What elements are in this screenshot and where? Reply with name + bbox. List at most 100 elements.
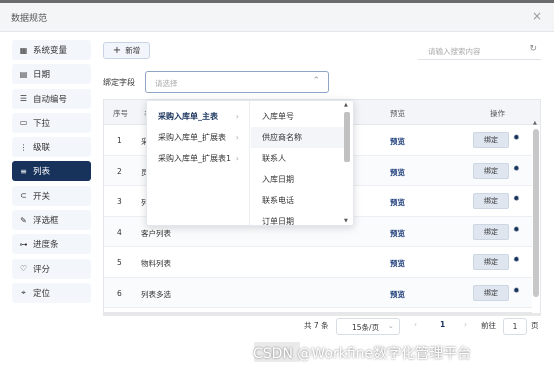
refresh-icon[interactable]: ↻: [529, 44, 537, 54]
table-row[interactable]: 6 列表多选 预览 绑定 ✹: [104, 277, 540, 308]
cascader-field-option[interactable]: 联系电话: [251, 190, 344, 211]
header-preview: 预览: [390, 109, 405, 118]
cascader-field-option[interactable]: 供应商名称: [251, 127, 344, 148]
sidebar-item-label: 下拉: [33, 118, 51, 129]
table-row[interactable]: 5 物料列表 预览 绑定 ✹: [104, 247, 540, 278]
calendar-icon: ▤: [19, 69, 28, 79]
gear-icon[interactable]: ✹: [513, 286, 520, 295]
bind-field-select[interactable]: 请选择 ⌃: [145, 71, 329, 93]
cascader-option-label: 采购入库单_主表: [158, 112, 218, 121]
search-placeholder: 请输入搜索内容: [428, 47, 481, 56]
sidebar-item-auto-number[interactable]: ☰ 自动编号: [12, 88, 91, 109]
preview-link[interactable]: 预览: [390, 136, 405, 147]
dialog-header: 数据规范 ×: [0, 3, 554, 32]
cascader-option[interactable]: 采购入库单_扩展表 ›: [147, 127, 249, 148]
bind-button[interactable]: 绑定: [473, 193, 509, 209]
sidebar-item-label: 评分: [33, 264, 51, 275]
sidebar-item-label: 自动编号: [33, 94, 68, 105]
next-page-icon[interactable]: ›: [464, 320, 467, 329]
preview-link[interactable]: 预览: [390, 197, 405, 208]
sidebar-item-label: 定位: [33, 288, 51, 299]
search-input[interactable]: 请输入搜索内容 ↻: [418, 41, 541, 60]
sidebar-item-float-box[interactable]: ✎ 浮选框: [12, 210, 91, 231]
row-index: 3: [117, 197, 122, 206]
sidebar-item-progress[interactable]: ⊶ 进度条: [12, 234, 91, 255]
gear-icon[interactable]: ✹: [513, 225, 520, 234]
table-horizontal-scrollbar[interactable]: [103, 313, 541, 316]
row-name: 客户列表: [141, 228, 171, 238]
table-vertical-scrollbar[interactable]: ▲: [532, 120, 540, 313]
cascader-level1: 采购入库单_主表 › 采购入库单_扩展表 › 采购入库单_扩展表1 ›: [147, 101, 250, 225]
goto-page-input[interactable]: 1: [503, 318, 527, 335]
chevron-right-icon: ›: [235, 112, 239, 121]
preview-link[interactable]: 预览: [390, 167, 405, 178]
scroll-thumb[interactable]: [344, 112, 350, 162]
cascader-option-label: 采购入库单_扩展表1: [158, 154, 232, 163]
sidebar-item-label: 系统变量: [33, 46, 68, 56]
bind-button[interactable]: 绑定: [473, 132, 509, 148]
edit-box-icon: ✎: [20, 215, 27, 225]
cascader-option[interactable]: 采购入库单_扩展表1 ›: [147, 148, 249, 169]
cascader-option-label: 采购入库单_扩展表: [158, 133, 226, 142]
scroll-up-icon[interactable]: ▲: [344, 102, 348, 108]
page-size-value: 15条/页: [352, 323, 380, 332]
cascader-field-option[interactable]: 联系人: [251, 148, 344, 169]
sidebar-item-dropdown[interactable]: ▭ 下拉: [12, 112, 91, 133]
sidebar-item-label: 级联: [33, 143, 51, 154]
header-index: 序号: [113, 109, 128, 118]
sidebar-item-list[interactable]: ≡ 列表: [12, 161, 91, 182]
page-size-select[interactable]: 15条/页 ⌄: [336, 318, 400, 335]
cascader-level2: 入库单号 供应商名称 联系人 入库日期 联系电话 订单日期: [251, 101, 354, 225]
preview-link[interactable]: 预览: [390, 289, 405, 300]
row-name: 列表多选: [141, 289, 171, 299]
cascader-field-option[interactable]: 入库日期: [251, 169, 344, 190]
sidebar-item-switch[interactable]: ⊂ 开关: [12, 185, 91, 206]
list-icon: ≡: [20, 166, 27, 176]
sidebar-item-label: 浮选框: [33, 216, 59, 227]
cascader-option[interactable]: 采购入库单_主表 ›: [147, 106, 249, 127]
sidebar-item-label: 开关: [33, 191, 51, 202]
header-action: 操作: [490, 109, 505, 118]
heart-icon: ♡: [19, 264, 28, 274]
scroll-down-icon[interactable]: ▼: [344, 218, 348, 224]
sidebar-item-cascade[interactable]: ⋮ 级联: [12, 137, 91, 158]
row-index: 4: [117, 227, 122, 237]
preview-link[interactable]: 预览: [390, 258, 405, 269]
sidebar-item-label: 日期: [33, 70, 51, 81]
gear-icon[interactable]: ✹: [513, 194, 520, 203]
add-button[interactable]: + 新增: [103, 42, 150, 59]
cascade-icon: ⋮: [19, 142, 28, 152]
sidebar-item-rating[interactable]: ♡ 评分: [12, 258, 91, 279]
cascader-scrollbar[interactable]: ▲ ▼: [344, 102, 351, 224]
chevron-up-icon: ⌃: [312, 76, 320, 86]
bind-field-label: 绑定字段: [103, 78, 135, 87]
progress-icon: ⊶: [19, 239, 28, 249]
bind-button[interactable]: 绑定: [473, 284, 509, 301]
gear-icon[interactable]: ✹: [513, 164, 520, 173]
preview-link[interactable]: 预览: [390, 228, 405, 239]
page-unit-label: 页: [531, 321, 539, 330]
sidebar-item-location[interactable]: ⌖ 定位: [12, 282, 91, 303]
gear-icon[interactable]: ✹: [513, 255, 520, 264]
scroll-thumb[interactable]: [533, 129, 539, 297]
sidebar-item-date[interactable]: ▤ 日期: [12, 64, 91, 85]
cascader-field-option[interactable]: 入库单号: [251, 106, 344, 127]
prev-page-icon[interactable]: ‹: [414, 320, 417, 329]
row-index: 1: [117, 136, 122, 145]
row-name: 物料列表: [141, 259, 171, 268]
bind-button[interactable]: 绑定: [473, 254, 509, 270]
grid-icon: ▦: [19, 45, 28, 55]
select-placeholder: 请选择: [155, 79, 178, 88]
bind-button[interactable]: 绑定: [473, 223, 509, 240]
cascader-field-option[interactable]: 订单日期: [251, 211, 344, 225]
pagination-total: 共 7 条: [304, 321, 329, 330]
sidebar-item-system-variables[interactable]: ▦ 系统变量: [12, 40, 91, 60]
chevron-right-icon: ›: [235, 154, 239, 163]
bind-button[interactable]: 绑定: [473, 162, 509, 179]
sidebar-item-label: 列表: [33, 167, 51, 178]
current-page[interactable]: 1: [440, 320, 445, 329]
scroll-up-icon[interactable]: ▲: [533, 120, 537, 126]
close-icon[interactable]: ×: [532, 9, 542, 23]
row-index: 5: [117, 258, 122, 267]
gear-icon[interactable]: ✹: [513, 133, 520, 142]
